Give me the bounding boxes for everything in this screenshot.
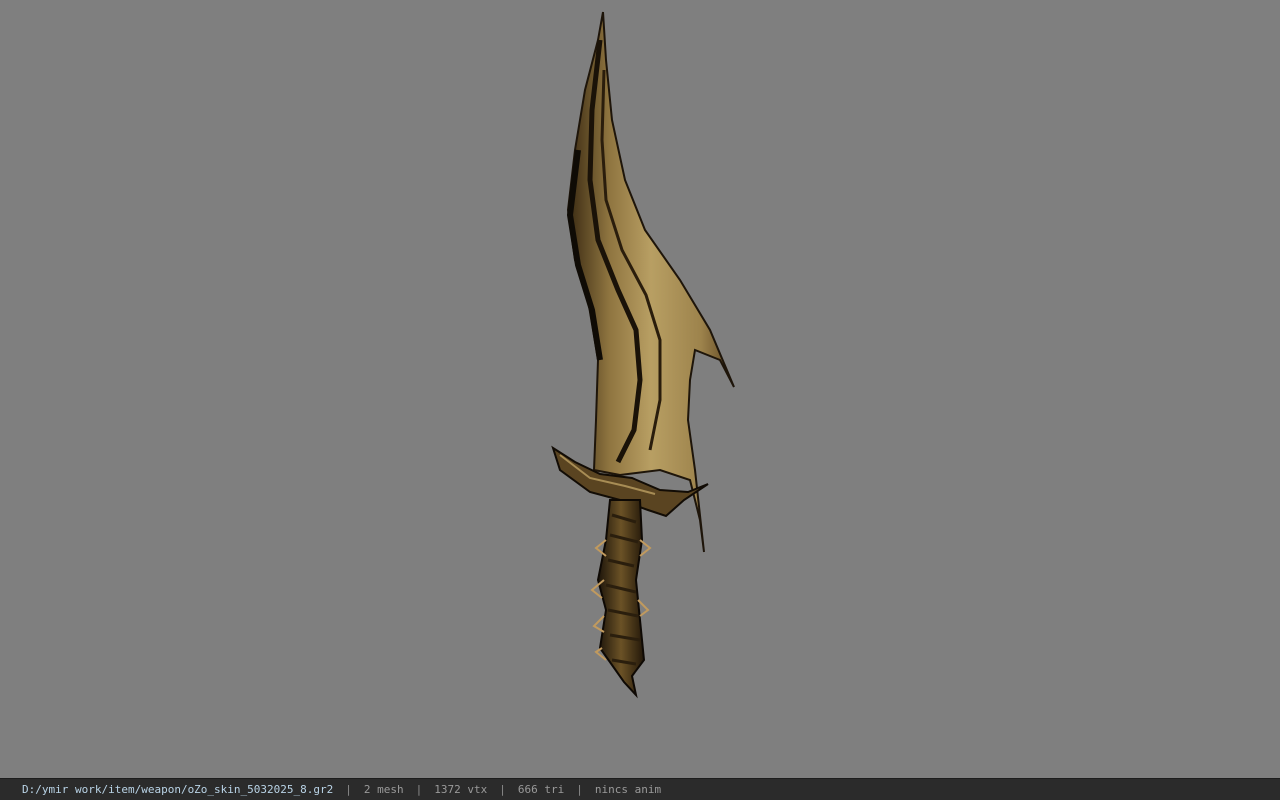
animation-status: nincs anim: [594, 783, 662, 796]
status-bar: D:/ymir work/item/weapon/oZo_skin_503202…: [0, 778, 1280, 800]
separator: |: [415, 783, 423, 796]
separator: |: [345, 783, 352, 796]
hilt: [596, 499, 646, 699]
triangle-count: 666 tri: [517, 783, 565, 796]
sword-model: [551, 11, 735, 699]
separator: |: [576, 783, 583, 796]
mesh-count: 2 mesh: [363, 783, 404, 796]
vertex-count: 1372 vtx: [434, 783, 488, 796]
separator: |: [499, 783, 506, 796]
file-path: D:/ymir work/item/weapon/oZo_skin_503202…: [22, 783, 334, 796]
3d-viewport[interactable]: [0, 0, 1280, 778]
